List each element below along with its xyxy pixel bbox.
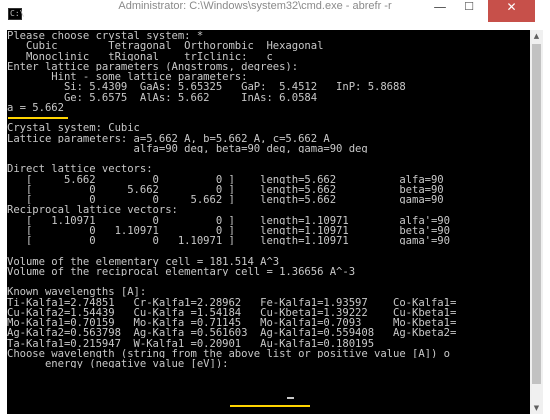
console-line: Si: 5.4309 GaAs: 5.65325 GaP: 5.4512 InP… — [7, 81, 406, 92]
console-line: Volume of the elementary cell = 181.514 … — [7, 255, 280, 266]
console-line: energy (negative value [eV]): — [7, 358, 229, 369]
text-cursor — [287, 397, 294, 399]
console-line: Crystal system: Cubic — [7, 122, 140, 133]
console-line: Monoclinic tRigonal trIclinic: c — [7, 50, 273, 61]
console-line: Ti-Kalfa1=2.74851 Cr-Kalfa1=2.28962 Fe-K… — [7, 296, 457, 307]
scroll-down-arrow-icon[interactable]: ▼ — [530, 402, 543, 414]
close-button[interactable]: ✕ — [488, 0, 535, 22]
console-line: a = 5.662 — [7, 101, 64, 112]
vertical-scrollbar[interactable]: ▲ ▼ — [530, 30, 543, 414]
console-line: [ 0 1.10971 0 ] length=1.10971 beta'=90 — [7, 224, 450, 235]
console-line: Mo-Kalfa1=0.70159 Mo-Kalfa =0.71145 Mo-K… — [7, 317, 457, 328]
console-line: Volume of the reciprocal elementary cell… — [7, 265, 356, 276]
cmd-window: C:\ Administrator: C:\Windows\system32\c… — [0, 0, 550, 420]
console-line: Hint - some lattice parameters: — [7, 71, 248, 82]
console-text: Please choose crystal system: * Cubic Te… — [7, 30, 530, 368]
console-line: [ 0 5.662 0 ] length=5.662 beta=90 — [7, 183, 444, 194]
console-line: Please choose crystal system: * — [7, 30, 204, 41]
console-line: Known wavelengths [A]: — [7, 286, 147, 297]
console-line: Choose wavelength (string from the above… — [7, 347, 450, 358]
console-line: Ta-Kalfa1=0.215947 W-Kalfa1 =0.20901 Au-… — [7, 337, 375, 348]
console-line: [ 0 0 1.10971 ] length=1.10971 gama'=90 — [7, 235, 450, 246]
console-line: Enter lattice parameters (Angstroms, deg… — [7, 60, 299, 71]
console-line: Cubic Tetragonal Orthorombic Hexagonal — [7, 40, 324, 51]
scrollbar-thumb[interactable] — [532, 44, 541, 384]
console-line: Direct lattice vectors: — [7, 163, 153, 174]
console-output[interactable]: Please choose crystal system: * Cubic Te… — [7, 30, 530, 414]
highlight-underline-input-a — [8, 117, 68, 119]
console-line: [ 5.662 0 0 ] length=5.662 alfa=90 — [7, 173, 444, 184]
console-line: Ge: 5.6575 AlAs: 5.662 InAs: 6.0584 — [7, 91, 318, 102]
window-right-border — [543, 30, 550, 420]
console-line: [ 1.10971 0 0 ] length=1.10971 alfa'=90 — [7, 214, 450, 225]
title-bar[interactable]: C:\ Administrator: C:\Windows\system32\c… — [0, 0, 550, 30]
scroll-up-arrow-icon[interactable]: ▲ — [530, 30, 543, 42]
console-line: Lattice parameters: a=5.662 A, b=5.662 A… — [7, 132, 330, 143]
maximize-button[interactable]: ☐ — [455, 0, 483, 22]
console-line: Ag-Kalfa2=0.563798 Ag-Kalfa =0.561603 Ag… — [7, 327, 457, 338]
console-line: Cu-Kalfa2=1.54439 Cu-Kalfa =1.54184 Cu-K… — [7, 306, 457, 317]
console-line: [ 0 0 5.662 ] length=5.662 gama=90 — [7, 194, 444, 205]
console-line: alfa=90 deg, beta=90 deg, gama=90 deg — [7, 142, 368, 153]
minimize-button[interactable]: — — [426, 0, 454, 22]
highlight-underline-energy-prompt — [230, 405, 310, 407]
console-line: Reciprocal lattice vectors: — [7, 204, 178, 215]
